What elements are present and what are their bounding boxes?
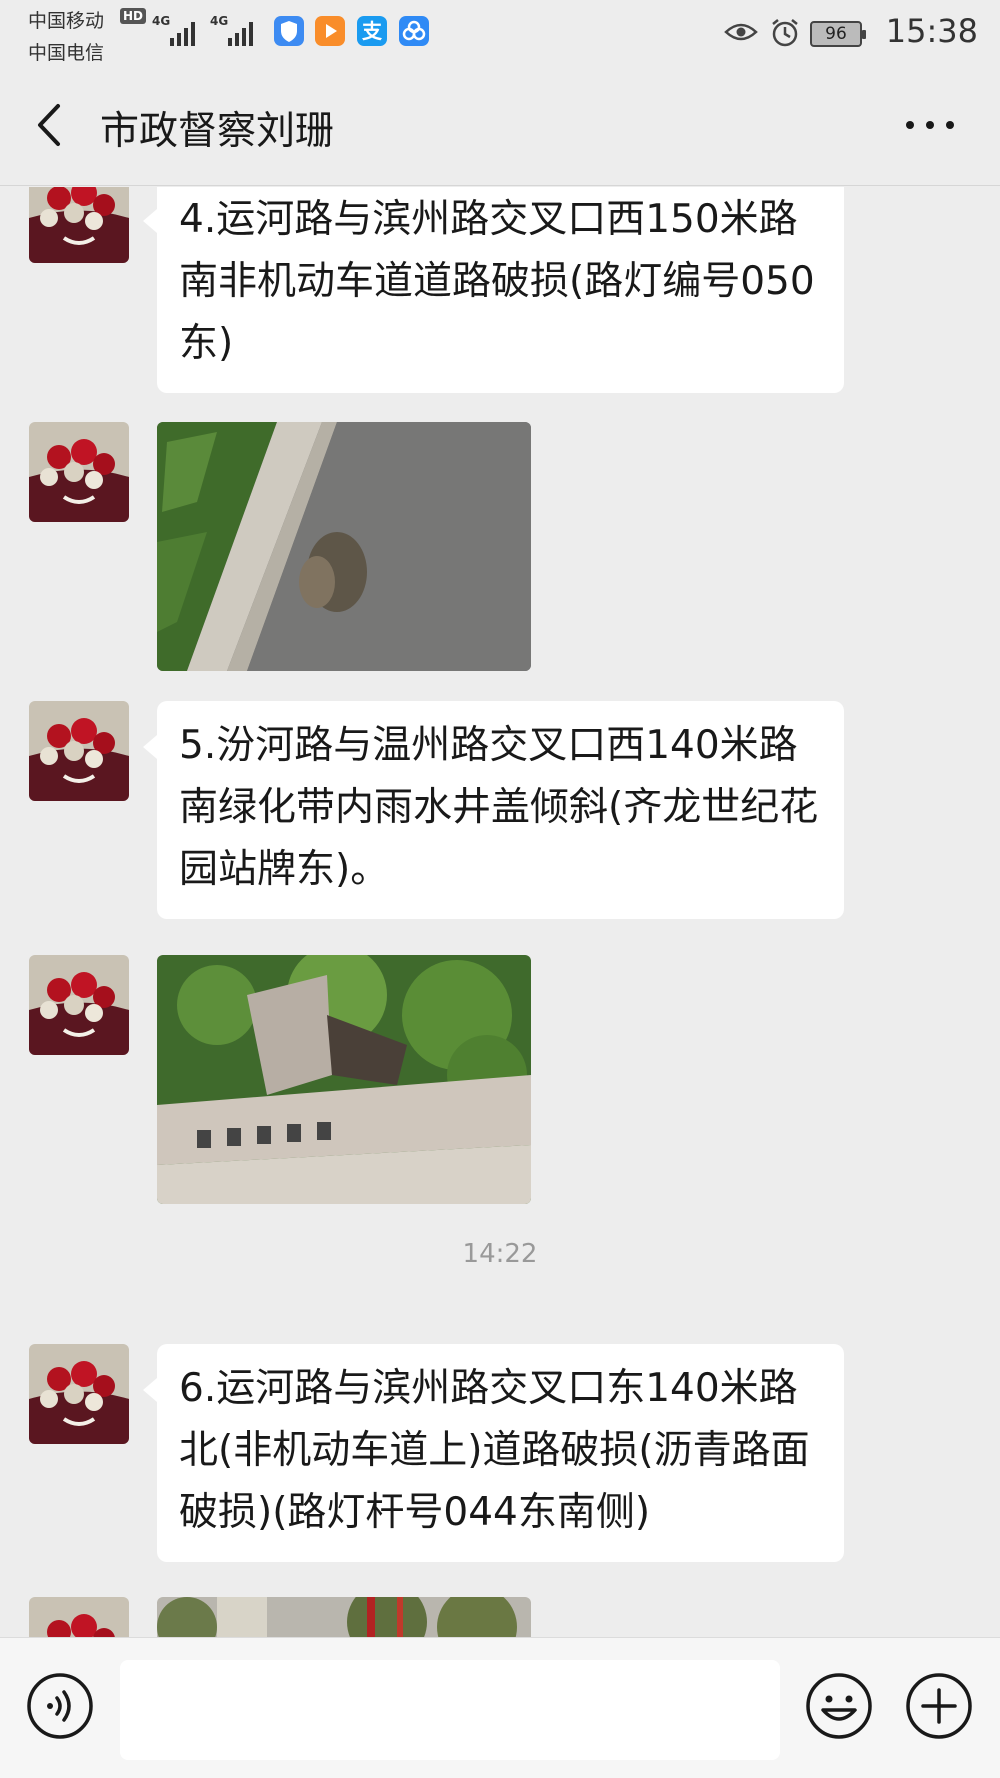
carrier-2-label: 中国电信: [28, 42, 105, 64]
more-button[interactable]: [900, 110, 960, 140]
avatar[interactable]: [29, 955, 129, 1055]
message-input[interactable]: [120, 1660, 780, 1760]
message-image[interactable]: [157, 955, 531, 1204]
more-dot-icon: [926, 121, 934, 129]
flower-bouquet-avatar-icon: [29, 422, 129, 522]
flower-bouquet-avatar-icon: [29, 955, 129, 1055]
message-timestamp: 14:22: [462, 1239, 538, 1269]
flower-bouquet-avatar-icon: [29, 1344, 129, 1444]
network-2-label: 4G: [210, 14, 229, 28]
clock: 15:38: [885, 12, 978, 50]
message-image[interactable]: [157, 1597, 531, 1637]
alarm-icon: [772, 19, 798, 47]
network-1-label: 4G: [152, 14, 171, 28]
chat-title: 市政督察刘珊: [100, 109, 335, 154]
plus-icon: [906, 1673, 972, 1739]
message-bubble[interactable]: 6.运河路与滨州路交叉口东140米路北(非机动车道上)道路破损(沥青路面破损)(…: [143, 1344, 844, 1562]
more-dot-icon: [906, 121, 914, 129]
emoji-button[interactable]: [805, 1672, 873, 1740]
signal-icon-2: 4G: [210, 14, 262, 48]
avatar[interactable]: [29, 422, 129, 522]
message-image[interactable]: [157, 422, 531, 671]
signal-icon-1: 4G: [152, 14, 204, 48]
more-dot-icon: [946, 121, 954, 129]
message-text: 6.运河路与滨州路交叉口东140米路北(非机动车道上)道路破损(沥青路面破损)(…: [179, 1366, 810, 1535]
shield-icon: [274, 16, 304, 46]
avatar[interactable]: [29, 701, 129, 801]
manhole-photo-icon: [157, 955, 531, 1204]
message-text: 5.汾河路与温州路交叉口西140米路南绿化带内雨水井盖倾斜(齐龙世纪花园站牌东)…: [179, 723, 819, 892]
status-bar: 中国移动 HD 中国电信 4G 4G 支 96 15:38: [0, 0, 1000, 64]
eye-icon: [724, 23, 758, 41]
alipay-icon: 支: [357, 16, 387, 46]
voice-icon: [27, 1673, 93, 1739]
avatar[interactable]: [29, 187, 129, 263]
play-icon: [315, 16, 345, 46]
message-bubble[interactable]: 4.运河路与滨州路交叉口西150米路南非机动车道道路破损(路灯编号050东): [143, 187, 844, 393]
message-bubble[interactable]: 5.汾河路与温州路交叉口西140米路南绿化带内雨水井盖倾斜(齐龙世纪花园站牌东)…: [143, 701, 844, 919]
flower-bouquet-avatar-icon: [29, 1597, 129, 1637]
street-photo-icon: [157, 1597, 531, 1637]
battery-icon: 96: [810, 21, 866, 47]
chevron-left-icon: [38, 104, 60, 146]
chat-area[interactable]: 4.运河路与滨州路交叉口西150米路南非机动车道道路破损(路灯编号050东) 5…: [0, 187, 1000, 1637]
more-functions-button[interactable]: [905, 1672, 973, 1740]
avatar[interactable]: [29, 1597, 129, 1637]
message-text: 4.运河路与滨州路交叉口西150米路南非机动车道道路破损(路灯编号050东): [179, 197, 815, 366]
carrier-1-label: 中国移动: [28, 10, 105, 32]
voice-button[interactable]: [26, 1672, 94, 1740]
avatar[interactable]: [29, 1344, 129, 1444]
flower-bouquet-avatar-icon: [29, 187, 129, 263]
hd-badge: HD: [120, 8, 147, 24]
chat-header: 市政督察刘珊: [0, 62, 1000, 186]
smiley-icon: [806, 1673, 872, 1739]
back-button[interactable]: [30, 100, 70, 150]
flower-bouquet-avatar-icon: [29, 701, 129, 801]
input-bar: [0, 1637, 1000, 1778]
road-photo-icon: [157, 422, 531, 671]
clover-icon: [399, 16, 429, 46]
